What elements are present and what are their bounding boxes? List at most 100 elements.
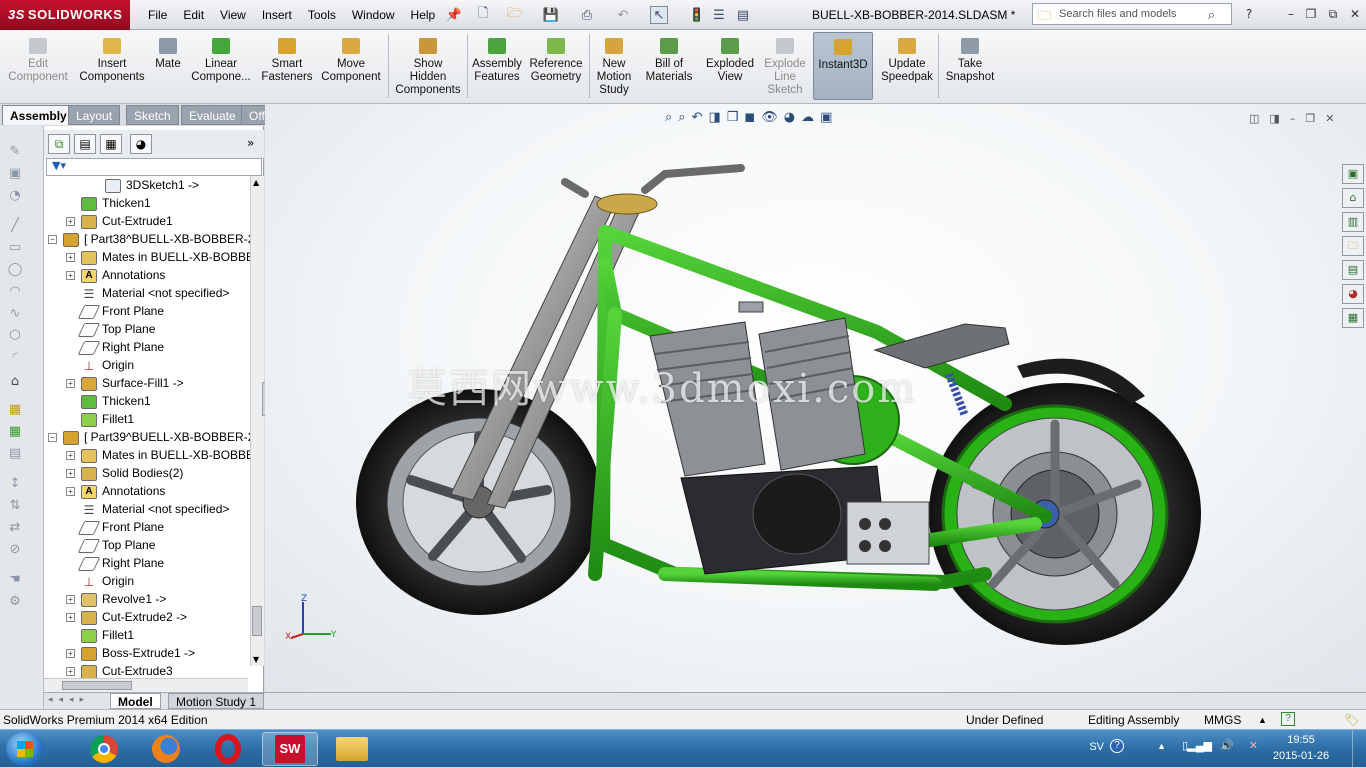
measure-tool-icon[interactable]: ⊘ [6, 542, 24, 558]
tree-filter-input[interactable]: ▼▾ [46, 158, 262, 176]
tree-item[interactable]: ⊥ Origin [66, 572, 134, 590]
new-document-icon[interactable]: 🗋 [474, 6, 492, 24]
move-component-button[interactable]: Move Component [318, 32, 384, 100]
tree-item[interactable]: Front Plane [66, 518, 164, 536]
tree-item[interactable]: Top Plane [66, 536, 155, 554]
mirror-tool-icon[interactable]: ⇄ [6, 520, 24, 536]
tree-item[interactable]: Thicken1 [66, 392, 151, 410]
pin-icon[interactable]: 📌 [445, 6, 463, 24]
menu-edit[interactable]: Edit [175, 0, 212, 30]
tree-item[interactable]: + Boss-Extrude1 -> [66, 644, 195, 662]
help-status-icon[interactable]: ? [1281, 712, 1295, 726]
collapse-node-icon[interactable]: − [48, 433, 57, 443]
solidworks-taskbar-button[interactable]: SW [262, 732, 318, 766]
clock-time[interactable]: 19:55 [1276, 734, 1326, 746]
arc-tool-icon[interactable]: ◠ [6, 284, 24, 300]
rectangle-tool-icon[interactable]: ▭ [6, 240, 24, 256]
assembly-features-button[interactable]: Assembly Features [470, 32, 524, 100]
smart-fasteners-button[interactable]: Smart Fasteners [258, 32, 316, 100]
help-tray-icon[interactable]: ? [1110, 739, 1124, 753]
fillet-tool-icon[interactable]: ◜ [6, 350, 24, 366]
tree-item[interactable]: + Cut-Extrude1 [66, 212, 173, 230]
tree-item[interactable]: Fillet1 [66, 410, 134, 428]
solidworks-logo[interactable]: 3S SOLIDWORKS [0, 0, 130, 30]
tab-sketch[interactable]: Sketch [126, 105, 179, 125]
scroll-down-icon[interactable]: ▼ [253, 655, 259, 664]
menu-insert[interactable]: Insert [254, 0, 300, 30]
expand-node-icon[interactable]: + [66, 253, 75, 263]
mate-button[interactable]: Mate [150, 32, 186, 100]
update-speedpak-button[interactable]: Update Speedpak [878, 32, 936, 100]
open-folder-icon[interactable]: 🗁 [506, 6, 524, 24]
tree-item[interactable]: + Mates in BUELL-XB-BOBBEI [66, 446, 250, 464]
exploded-view-button[interactable]: Exploded View [702, 32, 758, 100]
tab-layout[interactable]: Layout [68, 105, 121, 125]
linear-component-pattern-button[interactable]: Linear Compone... [188, 32, 254, 100]
revolve-tool-icon[interactable]: ◔ [6, 188, 24, 204]
restore-down-button[interactable]: ⧉ [1324, 5, 1342, 23]
instant3d-button[interactable]: Instant3D [813, 32, 873, 100]
tree-item[interactable]: Right Plane [66, 338, 164, 356]
dimension-tool-icon[interactable]: ↕ [6, 476, 24, 492]
search-input[interactable]: 🗀 Search files and models ⌕ [1032, 3, 1232, 25]
new-motion-study-button[interactable]: New Motion Study [592, 32, 636, 100]
tree-item[interactable]: 3DSketch1 -> [90, 176, 199, 194]
save-icon[interactable]: 💾 [542, 6, 560, 24]
explorer-taskbar-button[interactable] [324, 732, 380, 766]
file-explorer-icon[interactable]: ▥ [1342, 212, 1364, 232]
tab-scroll-arrows[interactable]: ◂◂◂▸ [48, 695, 90, 705]
design-library-icon[interactable]: ⌂ [1342, 188, 1364, 208]
menu-file[interactable]: File [140, 0, 175, 30]
power-status-icon[interactable]: ✕ [1249, 739, 1258, 752]
bill-of-materials-button[interactable]: Bill of Materials [640, 32, 698, 100]
expand-node-icon[interactable]: + [66, 271, 75, 281]
color-palette-icon[interactable]: ◕ [1342, 284, 1364, 304]
scroll-up-icon[interactable]: ▲ [253, 178, 259, 187]
part-icon[interactable]: ▦ [6, 402, 24, 418]
reference-geometry-button[interactable]: Reference Geometry [526, 32, 586, 100]
appearances-scenes-icon[interactable]: ▤ [1342, 260, 1364, 280]
volume-icon[interactable]: 🔊 [1220, 739, 1234, 752]
tree-item[interactable]: ☰ Material <not specified> [66, 284, 229, 302]
tree-item[interactable]: Front Plane [66, 302, 164, 320]
relation-tool-icon[interactable]: ⇅ [6, 498, 24, 514]
opera-taskbar-button[interactable] [200, 732, 256, 766]
home-view-icon[interactable]: ⌂ [6, 374, 24, 390]
file-properties-icon[interactable]: ☰ [710, 6, 728, 24]
tree-item[interactable]: + Cut-Extrude2 -> [66, 608, 187, 626]
clock-date[interactable]: 2015-01-26 [1268, 750, 1334, 762]
restore-button[interactable]: ❐ [1302, 5, 1320, 23]
units-selector[interactable]: MMGS [1204, 710, 1241, 730]
tab-motion-study-1[interactable]: Motion Study 1 [168, 693, 265, 709]
expand-node-icon[interactable]: + [66, 667, 75, 677]
collapse-node-icon[interactable]: − [48, 235, 57, 245]
options-icon[interactable]: ▤ [734, 6, 752, 24]
tab-evaluate[interactable]: Evaluate [181, 105, 244, 125]
tab-assembly[interactable]: Assembly [2, 105, 75, 125]
show-hidden-icons-icon[interactable]: ▲ [1157, 741, 1166, 751]
tree-item[interactable]: + Surface-Fill1 -> [66, 374, 184, 392]
hand-tool-icon[interactable]: ☚ [6, 572, 24, 588]
settings-tool-icon[interactable]: ⚙ [6, 594, 24, 610]
chrome-taskbar-button[interactable] [76, 732, 132, 766]
expand-node-icon[interactable]: + [66, 487, 75, 497]
tree-item[interactable]: + Solid Bodies(2) [66, 464, 183, 482]
expand-node-icon[interactable]: + [66, 451, 75, 461]
undo-icon[interactable]: ↶ [614, 6, 632, 24]
insert-components-button[interactable]: Insert Components [76, 32, 148, 100]
tree-item[interactable]: + Revolve1 -> [66, 590, 166, 608]
units-arrow-icon[interactable]: ▲ [1258, 710, 1267, 730]
expand-node-icon[interactable]: + [66, 595, 75, 605]
tree-item[interactable]: ⊥ Origin [66, 356, 134, 374]
feature-icon[interactable]: ▦ [6, 424, 24, 440]
rebuild-icon[interactable]: 🚦 [688, 6, 706, 24]
extrude-tool-icon[interactable]: ▣ [6, 166, 24, 182]
tree-horizontal-scrollbar[interactable] [44, 678, 248, 692]
tree-item[interactable]: Top Plane [66, 320, 155, 338]
menu-view[interactable]: View [212, 0, 254, 30]
select-pointer-icon[interactable]: ↖ [650, 6, 668, 24]
line-tool-icon[interactable]: ╱ [6, 218, 24, 234]
property-manager-tab-icon[interactable]: ▤ [74, 134, 96, 154]
network-signal-icon[interactable]: ▂▄▆ [1187, 739, 1212, 752]
tree-vertical-scrollbar[interactable]: ▲ ▼ [250, 176, 264, 666]
